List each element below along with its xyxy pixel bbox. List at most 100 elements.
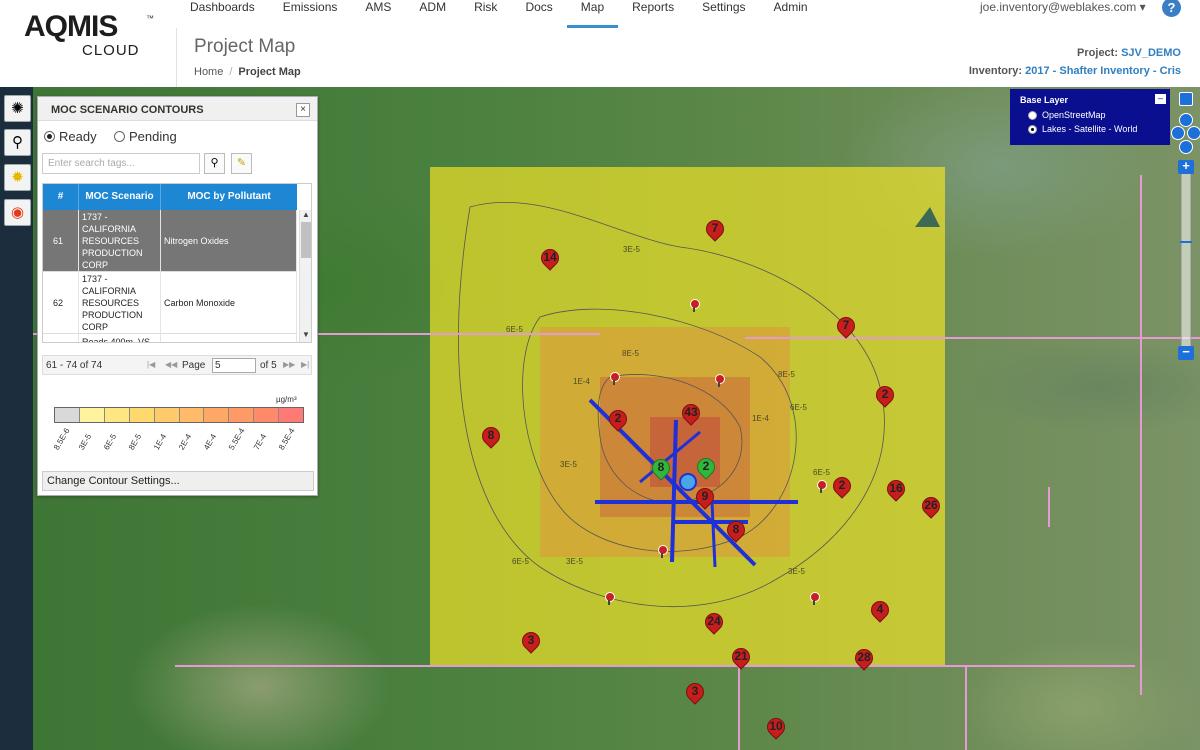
scroll-up-icon[interactable]: ▲ (300, 210, 311, 220)
zoom-in-button[interactable]: + (1178, 159, 1194, 174)
nav-docs[interactable]: Docs (511, 0, 566, 28)
base-layer-minimize-button[interactable]: – (1155, 94, 1166, 104)
zoom-out-button[interactable]: − (1178, 345, 1194, 360)
user-menu[interactable]: joe.inventory@weblakes.com ▾ (980, 0, 1146, 14)
breadcrumb-home[interactable]: Home (194, 66, 223, 78)
top-nav: Dashboards Emissions AMS ADM Risk Docs M… (0, 0, 1200, 28)
map-marker[interactable]: 16 (883, 476, 909, 502)
next-page-icon[interactable]: ▶▶ (283, 360, 295, 369)
close-icon[interactable]: × (296, 103, 310, 117)
contour-icon[interactable]: ◉ (4, 199, 31, 226)
logo-trademark: ™ (146, 14, 154, 23)
scrollbar-thumb[interactable] (301, 222, 311, 258)
contour-label: 1E-4 (573, 377, 590, 386)
map-marker[interactable]: 2 (605, 406, 631, 432)
layer-toggle-icon[interactable] (1179, 92, 1193, 106)
cell-scenario: Roads 400m, VS test 1 (79, 334, 161, 342)
clear-broom-icon[interactable]: ✎ (231, 153, 252, 174)
map-point[interactable] (810, 592, 820, 605)
map-marker[interactable]: 21 (728, 644, 754, 670)
search-icon[interactable]: ⚲ (4, 129, 31, 156)
moc-scenario-table: # MOC Scenario MOC by Pollutant 61 1737 … (42, 183, 312, 343)
map-marker[interactable]: 3 (518, 628, 544, 654)
map-marker[interactable]: 10 (763, 714, 789, 740)
map-point[interactable] (690, 299, 700, 312)
radio-icon[interactable] (114, 131, 125, 142)
map-marker[interactable]: 4 (867, 597, 893, 623)
legend-swatch (55, 408, 80, 422)
map-marker[interactable]: 26 (918, 493, 944, 519)
cell-num: 63 (43, 334, 79, 342)
map-marker[interactable]: 14 (537, 245, 563, 271)
zoom-slider[interactable] (1181, 170, 1191, 350)
legend-swatch (279, 408, 304, 422)
column-header-scenario[interactable]: MOC Scenario (79, 184, 161, 210)
nav-reports[interactable]: Reports (618, 0, 688, 28)
status-ready-option[interactable]: Ready (44, 129, 97, 144)
status-pending-option[interactable]: Pending (114, 129, 177, 144)
base-layer-option-satellite[interactable]: Lakes - Satellite - World (1028, 124, 1162, 134)
pan-up-icon[interactable] (1179, 113, 1193, 127)
map-marker[interactable]: 2 (829, 473, 855, 499)
radio-icon[interactable] (44, 131, 55, 142)
nav-dashboards[interactable]: Dashboards (176, 0, 269, 28)
search-icon[interactable]: ⚲ (204, 153, 225, 174)
nav-emissions[interactable]: Emissions (269, 0, 352, 28)
change-contour-settings-button[interactable]: Change Contour Settings... (42, 471, 314, 491)
table-row[interactable]: 63 Roads 400m, VS test 1 Diesel Particul… (43, 334, 297, 342)
search-tags-input[interactable]: Enter search tags... (42, 153, 200, 174)
inventory-link[interactable]: 2017 - Shafter Inventory - Cris (1025, 65, 1181, 77)
map-marker[interactable]: 28 (851, 645, 877, 671)
map-marker[interactable]: 43 (678, 400, 704, 426)
nav-ams[interactable]: AMS (351, 0, 405, 28)
map-point[interactable] (715, 374, 725, 387)
map-marker[interactable]: 3 (682, 679, 708, 705)
pan-left-icon[interactable] (1171, 126, 1185, 140)
nav-risk[interactable]: Risk (460, 0, 511, 28)
page-number-input[interactable]: 5 (212, 358, 256, 373)
base-layer-option-osm[interactable]: OpenStreetMap (1028, 110, 1162, 120)
column-header-num[interactable]: # (43, 184, 79, 210)
map-marker[interactable]: 7 (833, 313, 859, 339)
map-point[interactable] (817, 480, 827, 493)
table-row[interactable]: 62 1737 - CALIFORNIA RESOURCES PRODUCTIO… (43, 272, 297, 334)
nav-map[interactable]: Map (566, 0, 619, 28)
map-marker[interactable]: 2 (872, 382, 898, 408)
zoom-level-marker[interactable] (1180, 241, 1192, 243)
table-row[interactable]: 61 1737 - CALIFORNIA RESOURCES PRODUCTIO… (43, 210, 297, 272)
map-marker[interactable]: 8 (723, 517, 749, 543)
base-layer-option-label: Lakes - Satellite - World (1042, 124, 1138, 134)
sun-icon[interactable]: ✹ (4, 164, 31, 191)
breadcrumb-current: Project Map (238, 66, 301, 78)
nav-settings[interactable]: Settings (688, 0, 759, 28)
map-marker[interactable]: 24 (701, 609, 727, 635)
cell-num: 61 (43, 210, 79, 271)
column-header-pollutant[interactable]: MOC by Pollutant (161, 184, 297, 210)
project-link[interactable]: SJV_DEMO (1121, 47, 1181, 59)
last-page-icon[interactable]: ▶| (301, 360, 309, 369)
radio-icon[interactable] (1028, 110, 1037, 120)
nav-adm[interactable]: ADM (405, 0, 460, 28)
cell-num: 62 (43, 272, 79, 333)
radio-icon[interactable] (1028, 124, 1037, 134)
map-marker[interactable]: 9 (692, 484, 718, 510)
map-marker-green[interactable]: 8 (648, 455, 674, 481)
help-icon[interactable]: ? (1162, 0, 1181, 17)
table-scrollbar[interactable]: ▲ ▼ (299, 210, 311, 342)
map-point[interactable] (610, 372, 620, 385)
layers-icon[interactable]: ✺ (4, 95, 31, 122)
pan-down-icon[interactable] (1179, 140, 1193, 154)
contour-label: 6E-5 (790, 403, 807, 412)
nav-admin[interactable]: Admin (760, 0, 822, 28)
map-point[interactable] (605, 592, 615, 605)
map-point[interactable] (658, 545, 668, 558)
map-marker-green[interactable]: 2 (693, 454, 719, 480)
panel-header: MOC SCENARIO CONTOURS × (38, 97, 317, 121)
first-page-icon[interactable]: |◀ (147, 360, 155, 369)
map-marker[interactable]: 7 (702, 216, 728, 242)
app-logo[interactable]: AQMIS ™ CLOUD (24, 12, 154, 62)
pan-right-icon[interactable] (1187, 126, 1200, 140)
prev-page-icon[interactable]: ◀◀ (165, 360, 177, 369)
map-marker[interactable]: 8 (478, 423, 504, 449)
scroll-down-icon[interactable]: ▼ (300, 330, 311, 340)
